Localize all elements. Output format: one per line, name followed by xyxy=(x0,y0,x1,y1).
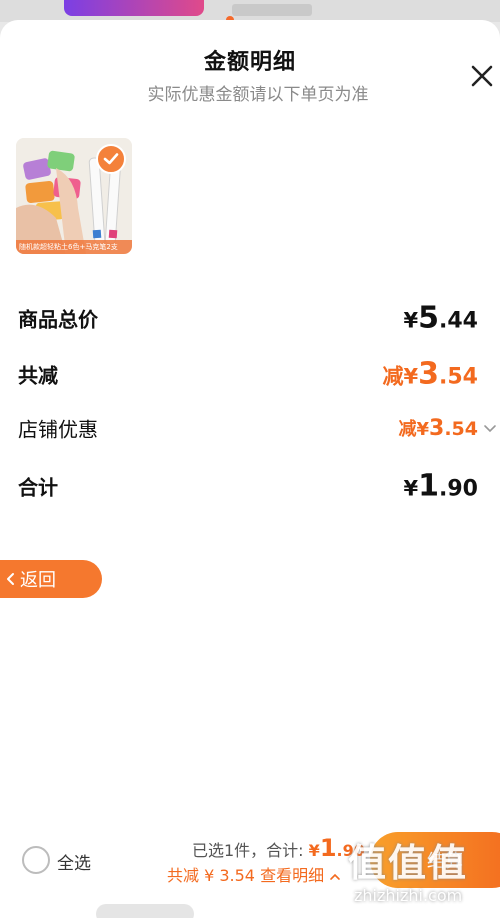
shop-discount-amount: 减¥3.54 xyxy=(398,416,478,441)
background-promo-banner xyxy=(64,0,204,16)
sheet-subtitle: 实际优惠金额请以下单页为准 xyxy=(147,85,369,105)
row-total-price: 商品总价 ¥5.44 xyxy=(18,298,498,338)
background-page-strip xyxy=(0,0,500,22)
close-icon xyxy=(471,65,493,87)
product-thumbnail[interactable]: 随机款超轻粘土6色+马克笔2支 xyxy=(16,138,132,254)
row-shop-discount[interactable]: 店铺优惠 减¥3.54 xyxy=(18,408,498,448)
row-subtotal: 合计 ¥1.90 xyxy=(18,466,498,506)
watermark: 值值值 zhizhizhi.com xyxy=(348,832,500,918)
chevron-left-icon xyxy=(7,573,14,585)
subtotal-label: 合计 xyxy=(18,475,58,500)
checkmark-icon xyxy=(103,153,119,165)
back-button-label: 返回 xyxy=(20,570,56,591)
product-caption: 随机款超轻粘土6色+马克笔2支 xyxy=(16,240,132,254)
subtotal-amount: ¥1.90 xyxy=(403,468,478,504)
total-discount-label: 共减 xyxy=(18,363,58,388)
row-total-discount: 共减 减¥3.54 xyxy=(18,354,498,394)
watermark-url: zhizhizhi.com xyxy=(354,886,463,905)
selected-summary: 已选1件，合计: ¥1.90 xyxy=(192,834,365,862)
select-all-label[interactable]: 全选 xyxy=(57,849,91,874)
home-indicator xyxy=(96,904,194,918)
watermark-logo: 值值值 xyxy=(348,841,469,885)
total-price-label: 商品总价 xyxy=(18,307,98,332)
discount-text: 共减 ¥ 3.54 xyxy=(167,866,255,885)
view-detail-text: 查看明细 xyxy=(260,866,325,885)
select-all-radio[interactable] xyxy=(22,846,50,874)
chevron-down-icon[interactable] xyxy=(482,420,498,436)
selected-check-badge[interactable] xyxy=(96,144,126,174)
chevron-up-icon xyxy=(330,873,340,880)
back-button[interactable]: 返回 xyxy=(0,560,102,598)
total-price-amount: ¥5.44 xyxy=(403,300,478,336)
background-promo-tag xyxy=(232,4,312,16)
sheet-title: 金额明细 xyxy=(203,50,296,75)
close-button[interactable] xyxy=(466,60,498,92)
amount-detail-sheet: 金额明细 实际优惠金额请以下单页为准 随机款超轻粘土6色+马克笔2支 商品总价 … xyxy=(0,20,500,918)
view-detail-link[interactable]: 共减 ¥ 3.54 查看明细 xyxy=(167,862,341,886)
shop-discount-label: 店铺优惠 xyxy=(18,417,98,442)
selected-count-text: 已选1件，合计: xyxy=(192,841,304,860)
total-discount-amount: 减¥3.54 xyxy=(382,356,478,392)
